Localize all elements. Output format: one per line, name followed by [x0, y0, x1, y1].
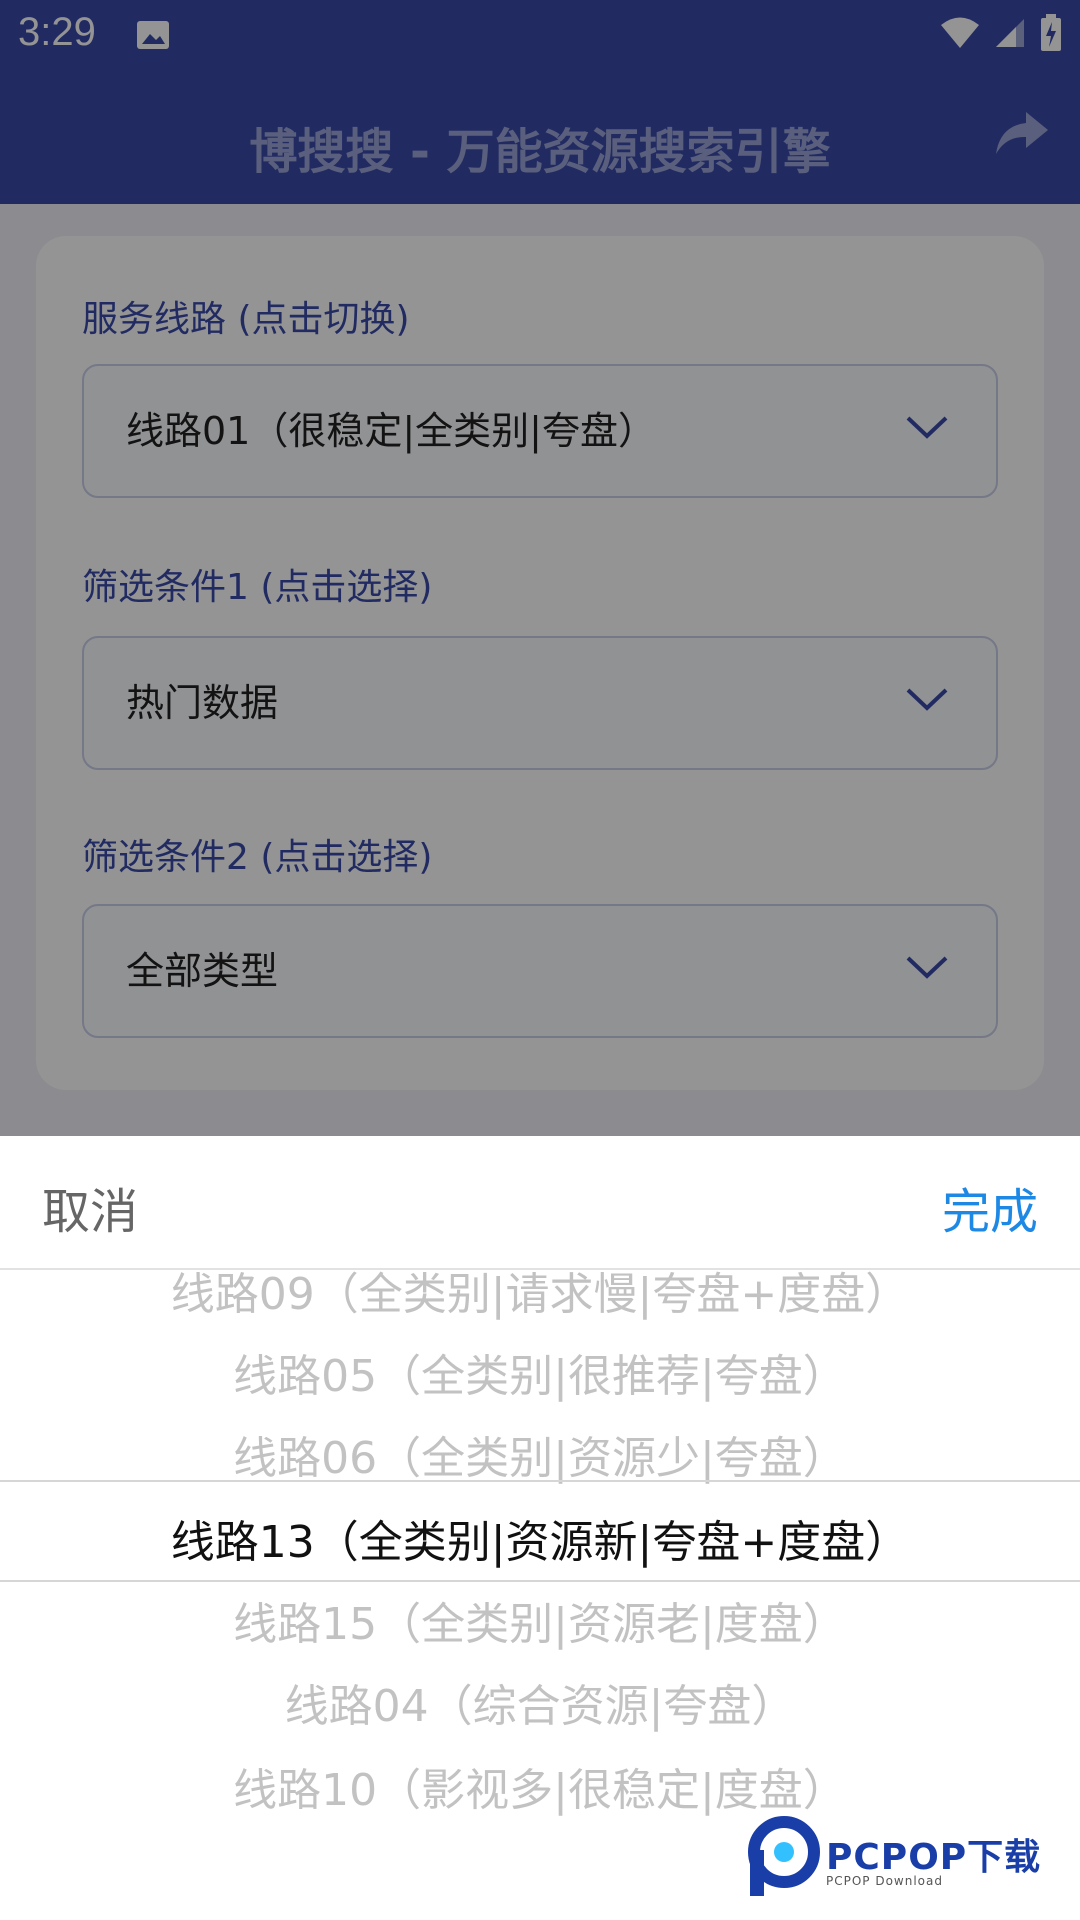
- cancel-button[interactable]: 取消: [42, 1172, 138, 1242]
- picker-option-selected[interactable]: 线路13（全类别|资源新|夸盘+度盘）: [0, 1506, 1080, 1570]
- picker-option[interactable]: 线路05（全类别|很推荐|夸盘）: [0, 1340, 1080, 1404]
- route-picker-sheet: 取消 完成 线路09（全类别|请求慢|夸盘+度盘） 线路05（全类别|很推荐|夸…: [0, 1136, 1080, 1920]
- picker-option[interactable]: 线路09（全类别|请求慢|夸盘+度盘）: [0, 1270, 1080, 1322]
- picker-option[interactable]: 线路10（影视多|很稳定|度盘）: [0, 1754, 1080, 1818]
- modal-overlay[interactable]: [0, 72, 1080, 1136]
- picker-option[interactable]: 线路06（全类别|资源少|夸盘）: [0, 1422, 1080, 1486]
- watermark-sub: PCPOP Download: [826, 1874, 943, 1888]
- done-button[interactable]: 完成: [942, 1172, 1038, 1242]
- status-dim-overlay: [0, 0, 1080, 72]
- watermark: PCPOP下载 PCPOP Download: [742, 1812, 1072, 1912]
- watermark-logo-icon: [746, 1814, 822, 1902]
- selection-top-line: [0, 1480, 1080, 1482]
- picker-header: 取消 完成: [0, 1136, 1080, 1270]
- watermark-brand: PCPOP下载: [826, 1837, 1042, 1878]
- picker-option[interactable]: 线路04（综合资源|夸盘）: [0, 1670, 1080, 1734]
- selection-bottom-line: [0, 1580, 1080, 1582]
- picker-option[interactable]: 线路15（全类别|资源老|度盘）: [0, 1588, 1080, 1652]
